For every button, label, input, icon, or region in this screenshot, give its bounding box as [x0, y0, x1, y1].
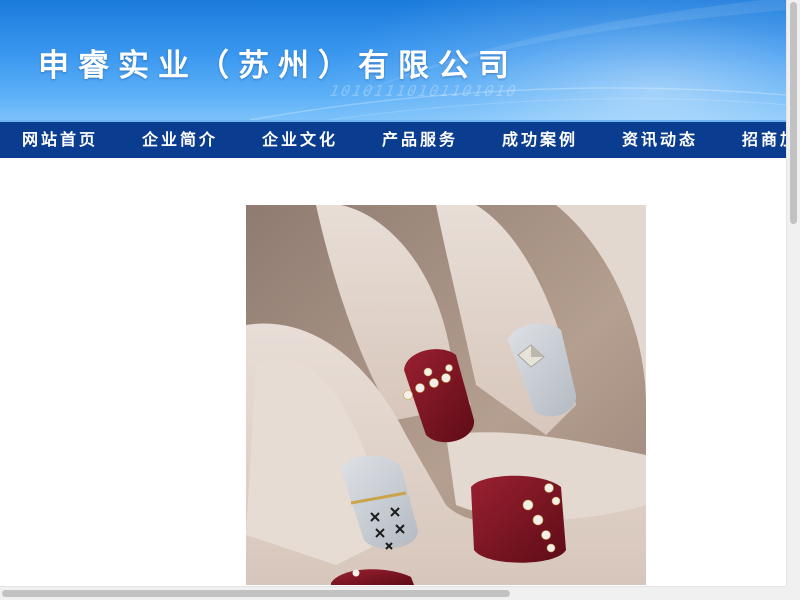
nav-item-news[interactable]: 资讯动态 — [600, 122, 720, 158]
nav-item-culture[interactable]: 企业文化 — [240, 122, 360, 158]
nav-item-cases[interactable]: 成功案例 — [480, 122, 600, 158]
scrollbar-corner — [786, 586, 800, 600]
nav-item-home[interactable]: 网站首页 — [0, 122, 120, 158]
nav-item-franchise[interactable]: 招商加盟 — [720, 122, 786, 158]
nav-item-products[interactable]: 产品服务 — [360, 122, 480, 158]
horizontal-scrollbar[interactable] — [0, 586, 786, 600]
vertical-scrollbar-thumb[interactable] — [790, 2, 797, 224]
vertical-scrollbar[interactable] — [786, 0, 800, 586]
browser-viewport: 10101110101101010 申睿实业（苏州）有限公司 网站首页 企业简介企… — [0, 0, 800, 600]
site-title: 申睿实业（苏州）有限公司 — [38, 48, 518, 84]
nav-item-about[interactable]: 企业简介 — [120, 122, 240, 158]
horizontal-scrollbar-thumb[interactable] — [2, 590, 510, 597]
main-nav: 网站首页企业简介企业文化产品服务成功案例资讯动态招商加盟 — [0, 120, 786, 158]
header-banner: 10101110101101010 申睿实业（苏州）有限公司 — [0, 0, 786, 120]
nail-art-photo — [246, 205, 646, 585]
